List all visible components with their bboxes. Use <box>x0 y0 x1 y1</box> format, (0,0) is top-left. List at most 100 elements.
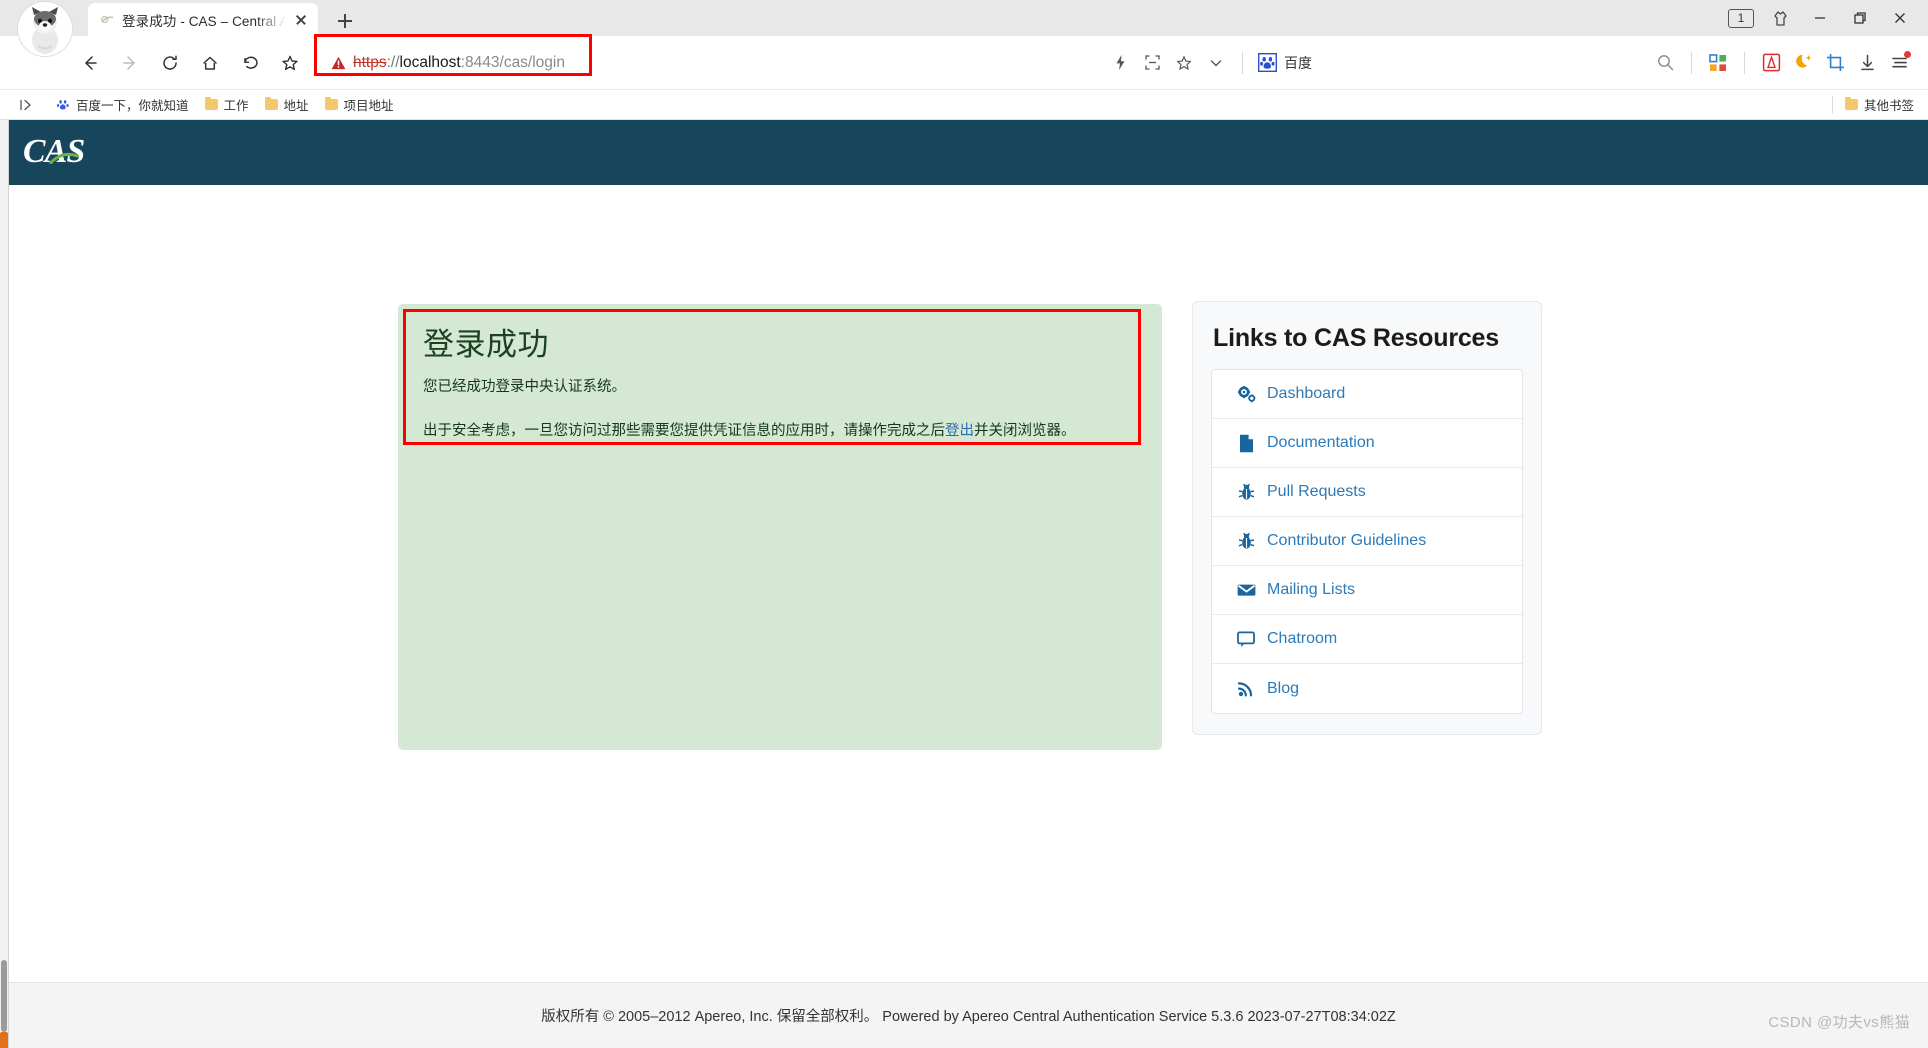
apps-grid-glyph <box>1709 53 1726 71</box>
folder-icon <box>264 96 278 110</box>
bookmark-star-button[interactable] <box>272 45 308 81</box>
history-button[interactable] <box>232 45 268 81</box>
screenshot-icon[interactable] <box>1820 48 1850 78</box>
bookmark-item-baidu[interactable]: 百度一下，你就知道 <box>56 95 189 114</box>
cas-page-footer: 版权所有 © 2005–2012 Apereo, Inc. 保留全部权利。 Po… <box>9 982 1928 1048</box>
favorites-star-icon[interactable] <box>1169 48 1199 78</box>
moon-glyph <box>1795 54 1811 68</box>
toolbar-divider-2 <box>1691 51 1692 74</box>
logout-link[interactable]: 登出 <box>945 423 974 439</box>
toolbar-right: 百度 <box>1105 48 1928 78</box>
bug-icon <box>1237 532 1256 551</box>
bookmark-label: 工作 <box>223 99 249 113</box>
link-label: Blog <box>1267 679 1300 697</box>
profile-avatar[interactable] <box>18 2 72 56</box>
restore-button[interactable] <box>1840 3 1880 33</box>
url-host: localhost <box>399 53 461 71</box>
scrollbar-thumb[interactable] <box>1 960 7 1032</box>
envelope-glyph <box>1237 584 1256 596</box>
cas-site-header: CAS <box>9 120 1928 185</box>
chevron-down-icon[interactable] <box>1201 48 1231 78</box>
link-pull-requests[interactable]: Pull Requests <box>1212 468 1522 517</box>
other-bookmarks-label: 其他书签 <box>1863 99 1914 113</box>
apps-grid-icon[interactable] <box>1703 48 1733 78</box>
url-path: :8443/cas/login <box>460 53 565 71</box>
link-contributor-guidelines[interactable]: Contributor Guidelines <box>1212 517 1522 566</box>
arrow-left-icon <box>85 55 97 70</box>
link-documentation[interactable]: Documentation <box>1212 419 1522 468</box>
bookmarks-bar: 百度一下，你就知道 工作 地址 项目地址 其他书签 <box>0 90 1928 120</box>
link-dashboard[interactable]: Dashboard <box>1212 370 1522 419</box>
baidu-icon <box>1258 53 1277 72</box>
bookmark-item-address[interactable]: 地址 <box>264 95 309 114</box>
login-success-section: 登录成功 您已经成功登录中央认证系统。 出于安全考虑，一旦您访问过那些需要您提供… <box>398 304 1162 750</box>
baidu-icon <box>57 99 69 109</box>
success-text-after: 并关闭浏览器。 <box>974 423 1076 440</box>
search-engine-chip[interactable]: 百度 <box>1254 53 1316 73</box>
apps-chevron-glyph <box>20 99 31 110</box>
new-tab-button[interactable] <box>330 6 360 36</box>
pdf-icon[interactable] <box>1756 48 1786 78</box>
bookmark-apps-icon[interactable] <box>18 98 40 112</box>
close-icon <box>1895 13 1905 23</box>
minimize-button[interactable] <box>1800 3 1840 33</box>
file-glyph <box>1240 434 1253 452</box>
lightning-glyph <box>1116 55 1124 70</box>
link-label: Contributor Guidelines <box>1267 532 1427 549</box>
home-icon <box>203 56 217 70</box>
pdf-glyph <box>1762 53 1780 72</box>
browser-window: 登录成功 - CAS – Central Authe 1 <box>0 0 1928 1048</box>
other-bookmarks-button[interactable]: 其他书签 <box>1844 95 1914 114</box>
folder-icon <box>1844 96 1858 110</box>
bookmark-label: 地址 <box>283 99 309 113</box>
lightning-icon[interactable] <box>1105 48 1135 78</box>
chevron-down-glyph <box>1210 59 1222 66</box>
bug-glyph <box>1238 483 1255 500</box>
login-success-paragraph-2: 出于安全考虑，一旦您访问过那些需要您提供凭证信息的应用时，请操作完成之后登出并关… <box>423 420 1140 442</box>
link-label: Chatroom <box>1267 630 1338 647</box>
login-success-title: 登录成功 <box>423 327 549 362</box>
search-icon[interactable] <box>1650 48 1680 78</box>
crop-glyph <box>1826 54 1844 71</box>
cas-logo[interactable]: CAS <box>23 130 133 176</box>
bookmark-item-project-address[interactable]: 项目地址 <box>324 95 394 114</box>
link-mailing-lists[interactable]: Mailing Lists <box>1212 566 1522 615</box>
url-scheme: https <box>353 53 387 71</box>
home-button[interactable] <box>192 45 228 81</box>
gears-glyph <box>1238 385 1256 402</box>
footer-copyright-text: 版权所有 © 2005–2012 Apereo, Inc. 保留全部权利。 Po… <box>541 1009 1396 1025</box>
link-label: Documentation <box>1267 434 1375 451</box>
cas-resources-panel: Links to CAS Resources Dashboard Documen… <box>1192 301 1542 735</box>
link-chatroom[interactable]: Chatroom <box>1212 615 1522 664</box>
tab-strip: 登录成功 - CAS – Central Authe <box>88 2 360 36</box>
nav-buttons <box>72 45 308 81</box>
address-bar[interactable]: https://localhost:8443/cas/login <box>324 49 579 77</box>
reload-button[interactable] <box>152 45 188 81</box>
folder-icon <box>204 96 218 110</box>
tab-count-badge[interactable]: 1 <box>1728 8 1754 28</box>
search-engine-label: 百度 <box>1284 54 1312 71</box>
security-warning-icon[interactable] <box>331 56 346 70</box>
shirt-icon[interactable] <box>1760 3 1800 33</box>
magnifier-glyph <box>1657 55 1673 71</box>
bookmark-item-work[interactable]: 工作 <box>204 95 249 114</box>
close-window-button[interactable] <box>1880 3 1920 33</box>
bookmarks-bar-right: 其他书签 <box>1831 95 1928 114</box>
page-viewport: CAS 登录成功 您已经成功登录中央认证系统。 出于安全考虑，一旦您访问过那些需… <box>0 120 1928 1048</box>
downloads-icon[interactable] <box>1852 48 1882 78</box>
night-mode-icon[interactable] <box>1788 48 1818 78</box>
link-blog[interactable]: Blog <box>1212 664 1522 713</box>
menu-icon[interactable] <box>1884 48 1914 78</box>
tab-close-icon[interactable] <box>293 12 309 28</box>
capture-icon[interactable] <box>1137 48 1167 78</box>
url-text: https://localhost:8443/cas/login <box>353 54 565 72</box>
browser-navbar: https://localhost:8443/cas/login 百度 <box>0 33 1928 90</box>
cas-resources-list: Dashboard Documentation Pull Requests Co… <box>1211 369 1523 714</box>
gears-icon <box>1237 385 1256 404</box>
browser-tab[interactable]: 登录成功 - CAS – Central Authe <box>88 3 318 36</box>
forward-button[interactable] <box>112 45 148 81</box>
shirt-glyph <box>1773 10 1787 26</box>
toolbar-divider <box>1242 51 1243 74</box>
back-button[interactable] <box>72 45 108 81</box>
file-icon <box>1237 434 1256 453</box>
